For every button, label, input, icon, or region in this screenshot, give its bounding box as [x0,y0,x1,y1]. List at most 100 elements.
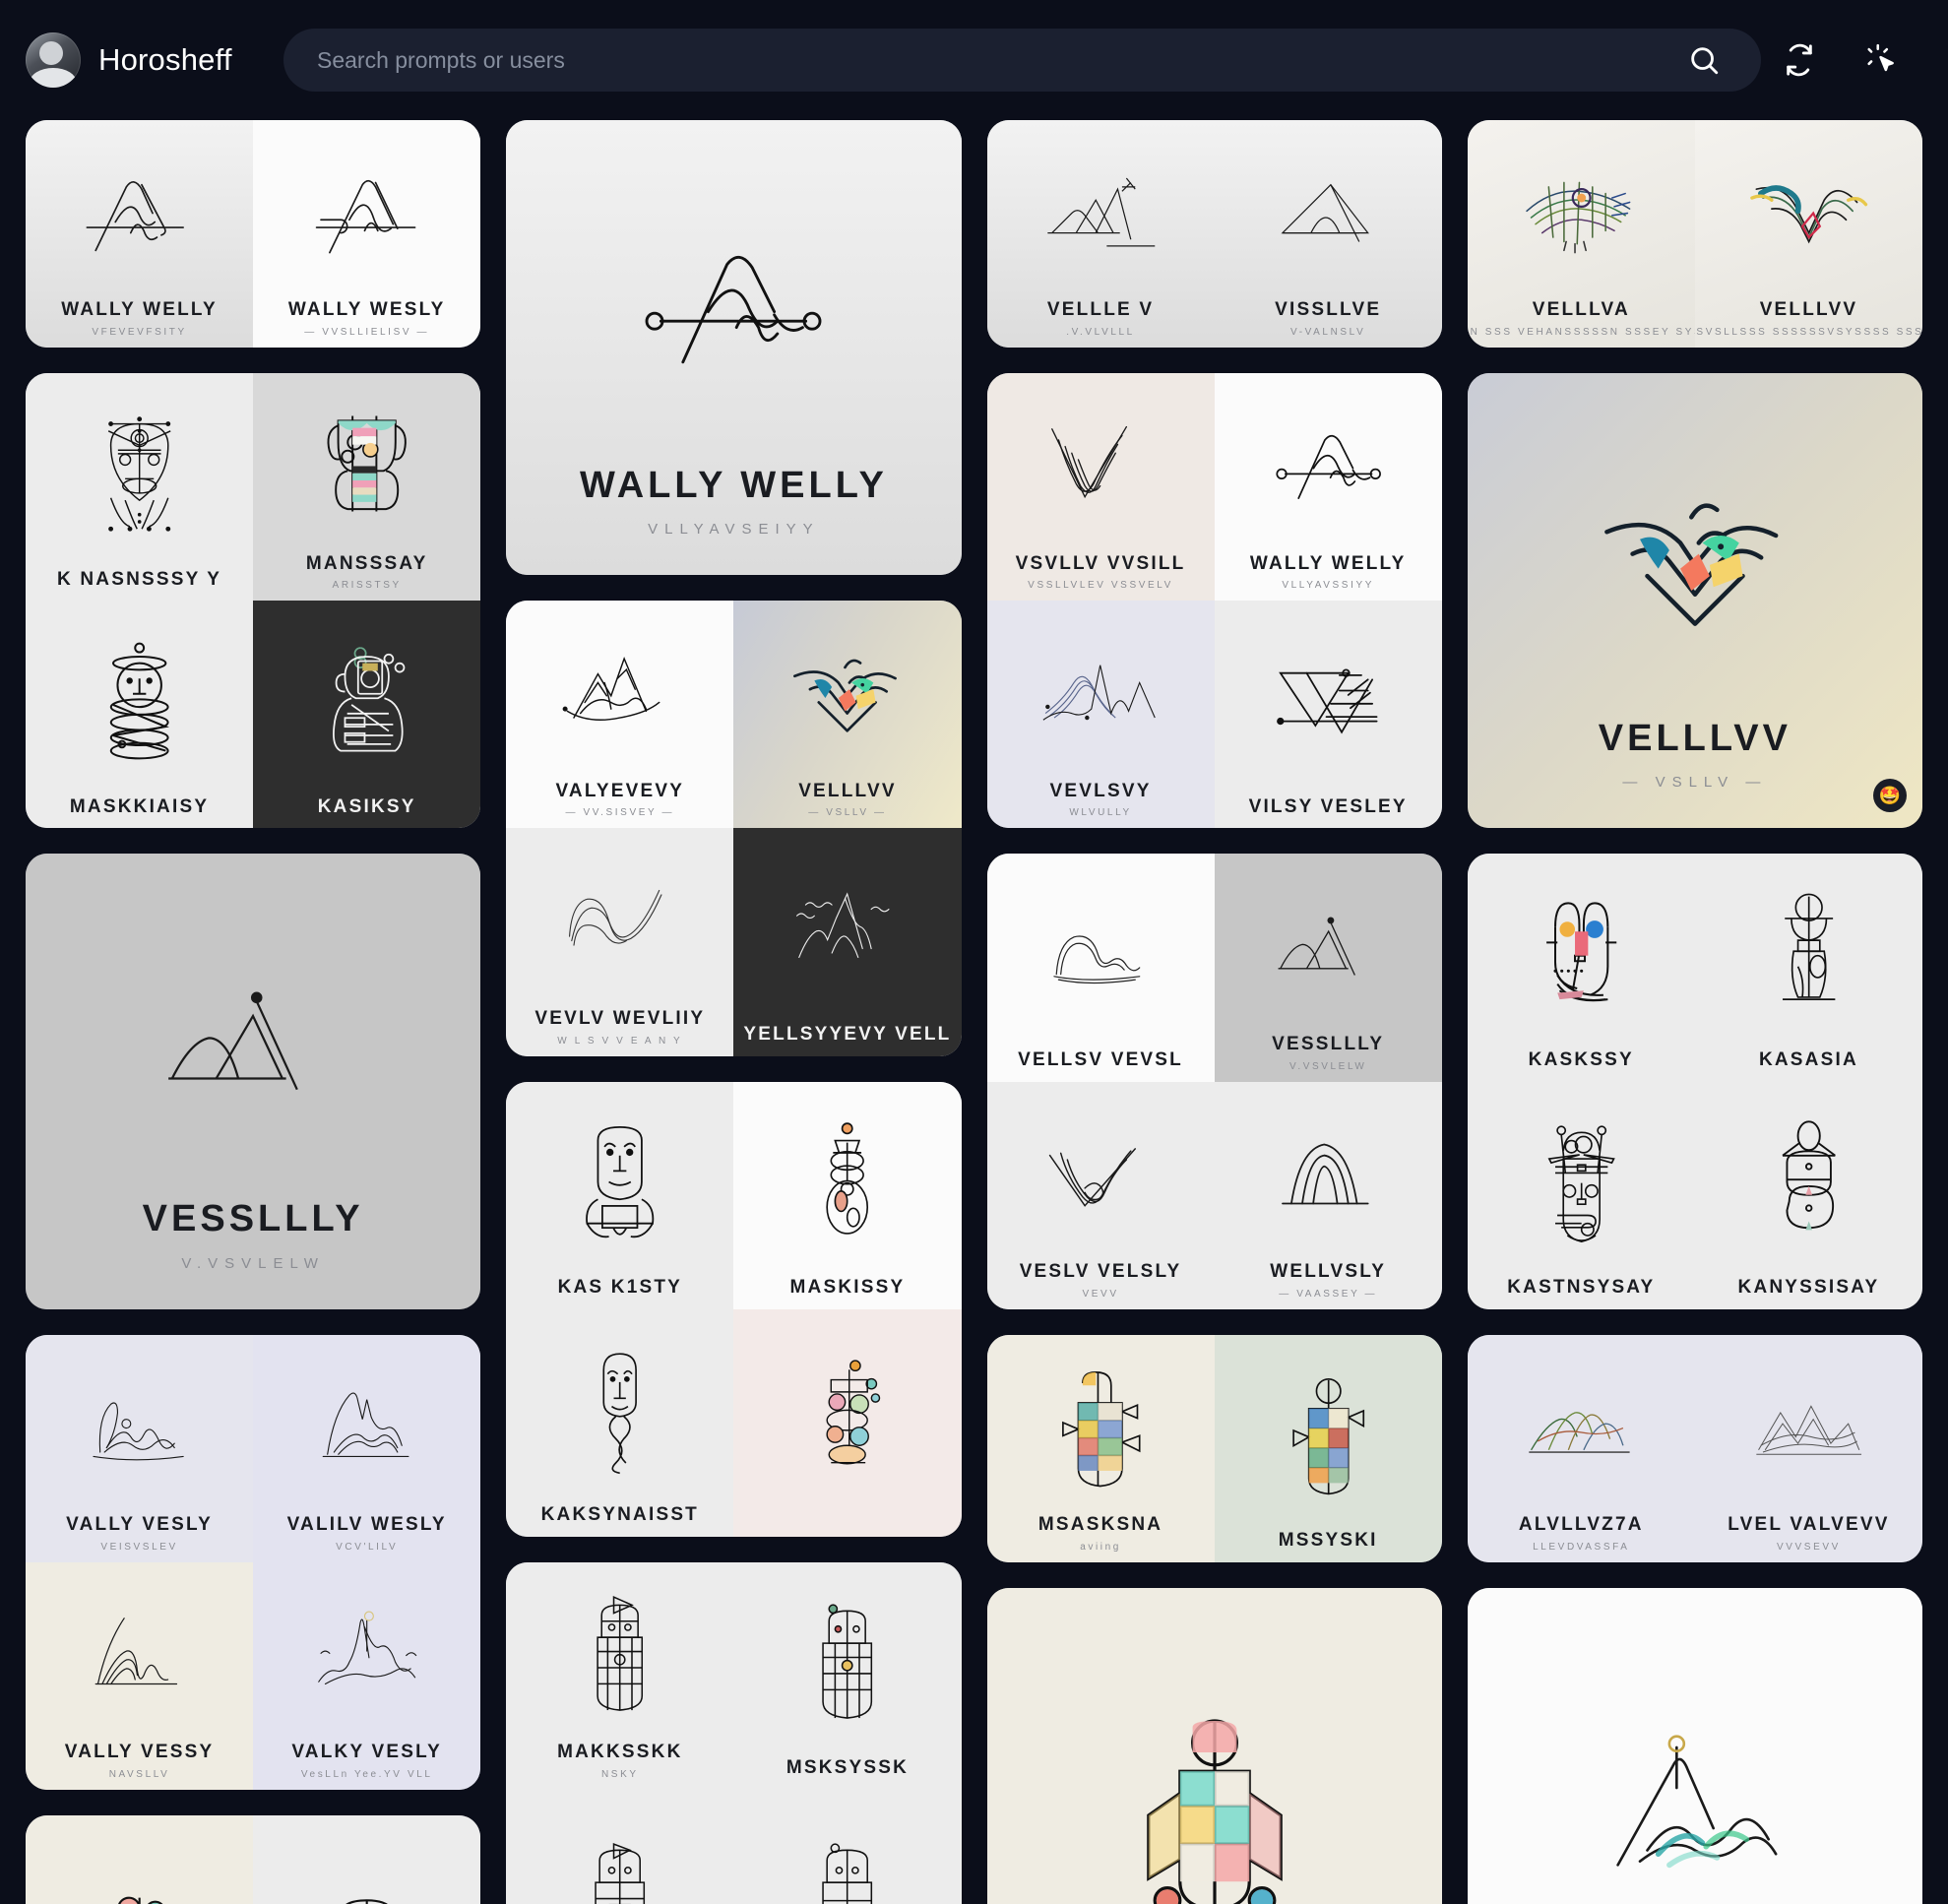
logo-tile[interactable]: VALYEVEVY — VV.SISVEY — [506,601,734,829]
logo-tile[interactable]: KAS K1STY [506,1081,734,1309]
ridge-lines-icon [261,1345,472,1513]
logo-tile[interactable]: VELLLVV — VSLLV — [733,601,962,829]
gallery-card[interactable]: VALLY VESLY VEISVSLEV VALILV WESLY VCV'LILV… [26,1334,481,1790]
search-icon[interactable] [1680,36,1728,84]
logo-tile[interactable] [506,1789,734,1904]
logo-tile[interactable]: VELLLVA ANSFD SLN SSS VEHANSSSSSN SSSEY S… [1467,120,1695,349]
logo-tile[interactable]: KASTNSYSAY [1467,1081,1695,1309]
logo-tile[interactable]: KASIKSY [253,601,481,829]
logo-title: WALLY WESLY [287,299,446,321]
tri-mountains-icon [1223,130,1434,298]
logo-tile[interactable] [733,1308,962,1537]
logo-tile[interactable] [253,1814,481,1904]
wave-hills-icon [33,1345,245,1513]
logo-title: MAKKSSKK [557,1742,683,1763]
logo-title: VELLLE V [1046,299,1155,321]
logo-tile[interactable]: VISSLLVE V-VALNSLV [1214,120,1442,349]
logo-tile[interactable]: WALLY WELLY VLLYAVSEIYY [506,120,962,576]
logo-tile[interactable]: VELLLVV — VSLLV — [1467,373,1922,829]
logo-tile[interactable]: VILSY VESLEY [1214,601,1442,829]
logo-tile[interactable] [1467,1587,1922,1904]
logo-tile[interactable]: MASKISSY [733,1081,962,1309]
logo-tile[interactable]: WELLVSLY — VAASSEY — [1214,1081,1442,1309]
logo-tile[interactable] [986,1587,1442,1904]
logo-title: MSKSYSSK [785,1757,910,1779]
gallery-card[interactable]: VELLSV VEVSL VESSLLLY V.VSVLELW VESLV VELSL… [986,854,1442,1309]
tri-geo-icon [1223,610,1434,794]
gallery-card[interactable]: VELLLVV — VSLLV — 🤩 [1467,373,1922,829]
logo-tile[interactable] [26,1814,254,1904]
gallery-card[interactable] [26,1814,481,1904]
logo-tile[interactable]: VEVLSVY WLVULLY [986,601,1215,829]
gallery-card[interactable]: KAS K1STY MASKISSY KAKSYNAISST [506,1081,962,1537]
logo-tile[interactable]: MANSSSAY ARISSTSY [253,373,481,602]
logo-tile[interactable]: MASKKIAISY [26,601,254,829]
logo-tile[interactable]: KAKSYNAISST [506,1308,734,1537]
refresh-icon[interactable] [1779,39,1820,81]
search-input[interactable] [317,46,1680,74]
logo-tile[interactable]: WALLY WESLY — VVSLLIELISV — [253,120,481,349]
logo-tile[interactable]: ALVLLVZ7A LLEVDVASSFA [1467,1334,1695,1562]
logo-tile[interactable]: MSSYSKI [1214,1334,1442,1562]
logo-tile[interactable]: VALILV WESLY VCV'LILV [253,1334,481,1562]
logo-tile[interactable]: WALLY WELLY VFEVEVFSITY [26,120,254,349]
logo-tile[interactable]: VESSLLLY V.VSVLELW [1214,854,1442,1082]
grid-totem-a-icon [514,1572,725,1741]
logo-subtitle: VSSLLVLEV VSSVELV [1028,580,1173,592]
logo-tile[interactable]: VSVLLV VVSILL VSSLLVLEV VSSVELV [986,373,1215,602]
user-avatar[interactable] [26,32,81,88]
gallery-card[interactable]: K NASNSSSY Y MANSSSAY ARISSTSY MASKKIAISY KA… [26,373,481,829]
brand[interactable]: Horosheff [26,32,283,88]
colorful-face-icon [1476,863,1687,1047]
gallery-card[interactable]: VSVLLV VVSILL VSSLLVLEV VSSVELV WALLY WELL… [986,373,1442,829]
cursor-click-icon[interactable] [1861,39,1903,81]
logo-tile[interactable]: KASASIA [1694,854,1922,1082]
logo-tile[interactable] [733,1789,962,1904]
logo-subtitle: VLLYAVSSIYY [1282,580,1374,592]
logo-title: KASTNSYSAY [1507,1276,1656,1298]
logo-tile[interactable]: VELLLVV SVE S . SVSLLSSS SSSSSSVSYSSSS SS… [1694,120,1922,349]
grid-totem-d-icon [741,1800,953,1904]
logo-tile[interactable]: MAKKSSKK NSKY [506,1561,734,1790]
logo-tile[interactable]: WALLY WELLY VLLYAVSSIYY [1214,373,1442,602]
logo-title: VESSLLLY [142,1198,364,1240]
robot-figure-icon [261,610,472,794]
gallery-card[interactable]: VESSLLLY V.VSVLELW [26,854,481,1309]
peaks-line2-icon [261,130,472,298]
logo-tile[interactable]: VELLSV VEVSL [986,854,1215,1082]
gallery-card[interactable]: VELLLE V .V.VLVLLL VISSLLVE V-VALNSLV [986,120,1442,349]
logo-tile[interactable]: MSASKSNA aviing [986,1334,1215,1562]
logo-title: VESLV VELSLY [1019,1260,1182,1282]
gallery-card[interactable]: VELLLVA ANSFD SLN SSS VEHANSSSSSN SSSEY S… [1467,120,1922,349]
gallery-card[interactable]: KASKSSY KASASIA KASTNSYSAY KANYSSISAY [1467,854,1922,1309]
double-arc-icon [1223,1092,1434,1260]
gallery-card[interactable]: VALYEVEVY — VV.SISVEY — VELLLVV — VSLLV — VE… [506,601,962,1056]
logo-tile[interactable]: KASKSSY [1467,854,1695,1082]
gallery-card[interactable]: MSASKSNA aviing MSSYSKI [986,1334,1442,1562]
logo-tile[interactable]: VALLY VESSY NAVSLLV [26,1561,254,1790]
gallery-card[interactable]: WALLY WELLY VFEVEVFSITY WALLY WESLY — VVSLL… [26,120,481,349]
logo-subtitle: VLLYAVSEIYY [648,521,820,539]
logo-tile[interactable]: VEVLV WEVLIIY W L S V V E A N Y [506,828,734,1056]
gallery-card[interactable]: WALLY WELLY VLLYAVSEIYY [506,120,962,576]
logo-tile[interactable]: KANYSSISAY [1694,1081,1922,1309]
logo-title: VISSLLVE [1275,299,1382,321]
logo-tile[interactable]: YELLSYYEVY VELL [733,828,962,1056]
peaks-dumbbell-icon [543,158,923,463]
kandinsky-wing-icon [1476,130,1687,298]
gallery-card[interactable]: MAKKSSKK NSKY MSKSYSSK [506,1561,962,1904]
logo-tile[interactable]: MSKSYSSK [733,1561,962,1790]
logo-tile[interactable]: K NASNSSSY Y [26,373,254,602]
logo-tile[interactable]: VESLV VELSLY VEVV [986,1081,1215,1309]
logo-tile[interactable]: VALLY VESLY VEISVSLEV [26,1334,254,1562]
logo-title: MASKKIAISY [69,795,210,817]
logo-subtitle: SVE S . SVSLLSSS SSSSSSVSYSSSS SSSSYYSSS [1695,327,1922,339]
search-bar[interactable] [283,29,1761,92]
logo-tile[interactable]: VELLLE V .V.VLVLLL [986,120,1215,349]
gallery-card[interactable] [986,1587,1442,1904]
gallery-card[interactable] [1467,1587,1922,1904]
logo-tile[interactable]: VALKY VESLY VesLLn Yee.YV VLL [253,1561,481,1790]
gallery-card[interactable]: ALVLLVZ7A LLEVDVASSFA LVEL VALVEVV VVVSEVV [1467,1334,1922,1562]
logo-tile[interactable]: VESSLLLY V.VSVLELW [26,854,481,1309]
logo-tile[interactable]: LVEL VALVEVV VVVSEVV [1694,1334,1922,1562]
